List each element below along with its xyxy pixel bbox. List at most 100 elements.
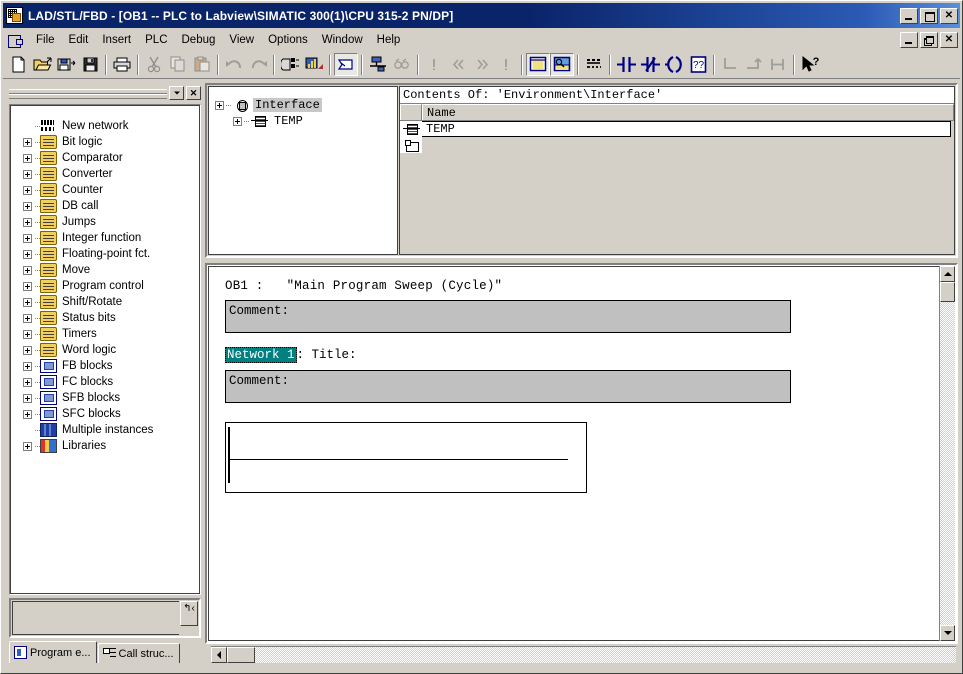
tree-item-integer-function[interactable]: Integer function <box>11 230 199 246</box>
document-system-menu-icon[interactable] <box>7 33 23 48</box>
expand-toggle[interactable] <box>23 265 32 275</box>
expand-toggle[interactable] <box>23 281 32 291</box>
tree-item-multiple-instances[interactable]: Multiple instances <box>11 422 199 438</box>
panel-dropdown-button[interactable] <box>169 86 184 100</box>
go-to-previous-error-icon[interactable] <box>446 53 470 76</box>
tree-item-jumps[interactable]: Jumps <box>11 214 199 230</box>
tree-item-fc-blocks[interactable]: FC blocks <box>11 374 199 390</box>
menu-file[interactable]: File <box>29 31 62 49</box>
interface-tree-row-temp[interactable]: TEMP <box>209 113 397 129</box>
interface-tree-row-interface[interactable]: Interface <box>209 97 397 113</box>
normally-open-contact-icon[interactable] <box>614 53 638 76</box>
row-name-cell[interactable]: TEMP <box>422 121 951 137</box>
tree-item-timers[interactable]: Timers <box>11 326 199 342</box>
tree-item-program-control[interactable]: Program control <box>11 278 199 294</box>
panel-close-button[interactable]: ✕ <box>186 86 201 100</box>
expand-toggle[interactable] <box>23 153 32 163</box>
undo-icon[interactable] <box>222 53 246 76</box>
new-icon[interactable] <box>6 53 30 76</box>
interface-tree[interactable]: Interface TEMP <box>208 86 398 255</box>
vertical-scroll-track[interactable] <box>940 282 955 625</box>
horizontal-scroll-track[interactable] <box>227 647 956 663</box>
tree-item-fb-blocks[interactable]: FB blocks <box>11 358 199 374</box>
menu-edit[interactable]: Edit <box>62 31 96 49</box>
paste-icon[interactable] <box>190 53 214 76</box>
cut-icon[interactable] <box>142 53 166 76</box>
go-to-last-error-icon[interactable] <box>494 53 518 76</box>
expand-toggle[interactable] <box>23 201 32 211</box>
redo-icon[interactable] <box>246 53 270 76</box>
expand-toggle[interactable] <box>23 217 32 227</box>
expand-toggle[interactable] <box>23 297 32 307</box>
up-level-button[interactable] <box>180 601 198 626</box>
expand-toggle[interactable] <box>23 377 32 387</box>
go-to-first-error-icon[interactable] <box>422 53 446 76</box>
branch-close-icon[interactable] <box>742 53 766 76</box>
network-comment-box[interactable]: Comment: <box>225 370 791 403</box>
vertical-scroll-thumb[interactable] <box>940 282 955 302</box>
go-to-next-error-icon[interactable] <box>470 53 494 76</box>
normally-closed-contact-icon[interactable] <box>638 53 662 76</box>
tree-item-bit-logic[interactable]: Bit logic <box>11 134 199 150</box>
ladder-editor-canvas[interactable]: OB1 : "Main Program Sweep (Cycle)" Comme… <box>208 266 939 641</box>
tree-item-move[interactable]: Move <box>11 262 199 278</box>
menu-view[interactable]: View <box>222 31 261 49</box>
tree-item-libraries[interactable]: Libraries <box>11 438 199 454</box>
menu-plc[interactable]: PLC <box>138 31 174 49</box>
monitor-icon[interactable] <box>302 53 326 76</box>
branch-connector-icon[interactable] <box>766 53 790 76</box>
tree-item-sfc-blocks[interactable]: SFC blocks <box>11 406 199 422</box>
scroll-left-button[interactable] <box>211 647 227 663</box>
child-restore-button[interactable] <box>920 32 938 48</box>
menu-window[interactable]: Window <box>315 31 370 49</box>
overviews-icon[interactable] <box>550 53 574 76</box>
new-network-icon[interactable] <box>582 53 606 76</box>
tree-item-counter[interactable]: Counter <box>11 182 199 198</box>
expand-toggle[interactable] <box>23 137 32 147</box>
maximize-button[interactable] <box>920 7 938 24</box>
program-elements-tree[interactable]: New network Bit logic Comparator Convert… <box>9 104 201 595</box>
tree-item-converter[interactable]: Converter <box>11 166 199 182</box>
tree-item-floating-point-fct[interactable]: Floating-point fct. <box>11 246 199 262</box>
print-icon[interactable] <box>110 53 134 76</box>
context-help-icon[interactable]: ? <box>798 53 822 76</box>
menu-debug[interactable]: Debug <box>175 31 223 49</box>
symbol-table-icon[interactable] <box>366 53 390 76</box>
table-row[interactable]: TEMP <box>400 121 954 137</box>
block-comment-box[interactable]: Comment: <box>225 300 791 333</box>
empty-box-icon[interactable]: ?? <box>686 53 710 76</box>
branch-open-icon[interactable] <box>718 53 742 76</box>
scroll-up-button[interactable] <box>940 266 955 282</box>
menu-options[interactable]: Options <box>261 31 315 49</box>
expand-toggle[interactable] <box>23 441 32 451</box>
tree-item-word-logic[interactable]: Word logic <box>11 342 199 358</box>
editor-horizontal-scrollbar[interactable] <box>211 646 956 663</box>
expand-toggle[interactable] <box>23 169 32 179</box>
editor-vertical-scrollbar[interactable] <box>939 266 955 641</box>
collapse-toggle[interactable] <box>215 100 224 110</box>
tree-item-shift-rotate[interactable]: Shift/Rotate <box>11 294 199 310</box>
minimize-button[interactable] <box>900 7 918 24</box>
expand-toggle[interactable] <box>23 233 32 243</box>
child-minimize-button[interactable] <box>900 32 918 48</box>
expand-toggle[interactable] <box>23 185 32 195</box>
tree-item-new-network[interactable]: New network <box>11 118 199 134</box>
symbolic-representation-icon[interactable] <box>390 53 414 76</box>
row-name-cell[interactable] <box>422 137 951 153</box>
save-icon[interactable] <box>78 53 102 76</box>
expand-toggle[interactable] <box>23 313 32 323</box>
menu-insert[interactable]: Insert <box>95 31 138 49</box>
column-header-icon[interactable] <box>400 104 422 120</box>
expand-toggle[interactable] <box>23 249 32 259</box>
empty-ladder-rung[interactable] <box>225 422 587 493</box>
tab-call-structure[interactable]: Call struc... <box>97 643 180 663</box>
child-close-button[interactable] <box>940 32 958 48</box>
close-button[interactable] <box>940 7 958 24</box>
expand-toggle[interactable] <box>23 361 32 371</box>
network-label[interactable]: Network 1 <box>225 347 297 363</box>
column-header-name[interactable]: Name <box>422 104 954 120</box>
save-as-icon[interactable] <box>54 53 78 76</box>
expand-toggle[interactable] <box>23 329 32 339</box>
expand-toggle[interactable] <box>23 409 32 419</box>
declaration-view-icon[interactable] <box>526 53 550 76</box>
